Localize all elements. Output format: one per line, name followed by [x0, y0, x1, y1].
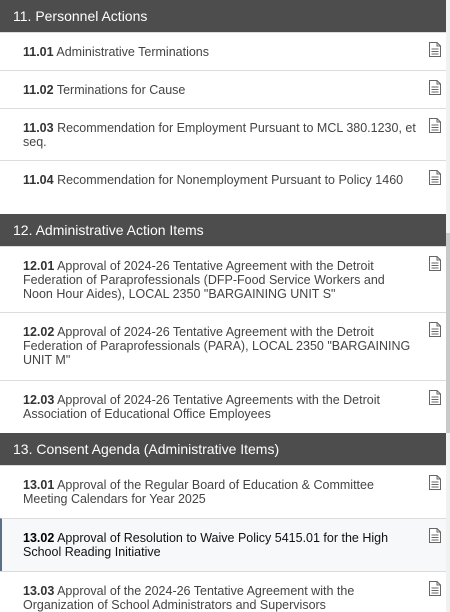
section-header-11[interactable]: 11. Personnel Actions [0, 0, 446, 32]
item-title: Recommendation for Nonemployment Pursuan… [57, 173, 404, 187]
item-title: Administrative Terminations [56, 45, 209, 59]
section-title: 13. Consent Agenda (Administrative Items… [13, 441, 280, 457]
item-number: 11.04 [23, 173, 54, 187]
agenda-item-12-02[interactable]: 12.02 Approval of 2024-26 Tentative Agre… [0, 312, 446, 380]
agenda-item-12-03[interactable]: 12.03 Approval of 2024-26 Tentative Agre… [0, 380, 446, 433]
scrollbar-thumb[interactable] [446, 233, 450, 433]
agenda-item-text: 11.02 Terminations for Cause [23, 83, 418, 97]
agenda-item-text: 12.02 Approval of 2024-26 Tentative Agre… [23, 325, 418, 367]
agenda-item-13-03[interactable]: 13.03 Approval of the 2024-26 Tentative … [0, 571, 446, 612]
agenda-item-text: 13.01 Approval of the Regular Board of E… [23, 478, 418, 506]
agenda-item-text: 13.03 Approval of the 2024-26 Tentative … [23, 584, 418, 612]
item-title: Terminations for Cause [56, 83, 186, 97]
item-title: Approval of 2024-26 Tentative Agreement … [23, 259, 385, 301]
agenda-item-text: 13.02 Approval of Resolution to Waive Po… [23, 531, 418, 559]
item-title: Recommendation for Employment Pursuant t… [23, 121, 416, 149]
agenda-item-11-03[interactable]: 11.03 Recommendation for Employment Purs… [0, 108, 446, 160]
section-title: 11. Personnel Actions [13, 8, 148, 24]
section-header-13[interactable]: 13. Consent Agenda (Administrative Items… [0, 433, 446, 465]
item-number: 12.03 [23, 393, 55, 407]
agenda-item-13-02[interactable]: 13.02 Approval of Resolution to Waive Po… [0, 518, 446, 571]
document-icon[interactable] [429, 256, 441, 271]
item-number: 11.02 [23, 83, 54, 97]
agenda-item-13-01[interactable]: 13.01 Approval of the Regular Board of E… [0, 465, 446, 518]
agenda-item-11-02[interactable]: 11.02 Terminations for Cause [0, 70, 446, 108]
document-icon[interactable] [429, 170, 441, 185]
agenda-item-12-01[interactable]: 12.01 Approval of 2024-26 Tentative Agre… [0, 246, 446, 312]
document-icon[interactable] [429, 581, 441, 596]
item-number: 13.02 [23, 531, 55, 545]
item-number: 13.03 [23, 584, 55, 598]
document-icon[interactable] [429, 42, 441, 57]
agenda-item-text: 12.01 Approval of 2024-26 Tentative Agre… [23, 259, 418, 301]
agenda-item-text: 12.03 Approval of 2024-26 Tentative Agre… [23, 393, 418, 421]
item-title: Approval of the Regular Board of Educati… [23, 478, 374, 506]
agenda-item-text: 11.01 Administrative Terminations [23, 45, 418, 59]
document-icon[interactable] [429, 528, 441, 543]
document-icon[interactable] [429, 118, 441, 133]
item-number: 12.02 [23, 325, 55, 339]
agenda-item-11-04[interactable]: 11.04 Recommendation for Nonemployment P… [0, 160, 446, 213]
section-title: 12. Administrative Action Items [13, 222, 204, 238]
agenda-item-text: 11.04 Recommendation for Nonemployment P… [23, 173, 418, 187]
item-title: Approval of 2024-26 Tentative Agreement … [23, 325, 411, 367]
document-icon[interactable] [429, 390, 441, 405]
item-title: Approval of the 2024-26 Tentative Agreem… [23, 584, 355, 612]
item-title: Approval of 2024-26 Tentative Agreements… [23, 393, 380, 421]
agenda-item-11-01[interactable]: 11.01 Administrative Terminations [0, 32, 446, 70]
agenda-item-text: 11.03 Recommendation for Employment Purs… [23, 121, 418, 149]
document-icon[interactable] [429, 80, 441, 95]
item-number: 11.01 [23, 45, 54, 59]
item-number: 12.01 [23, 259, 55, 273]
scrollbar[interactable] [446, 0, 450, 612]
item-number: 11.03 [23, 121, 54, 135]
document-icon[interactable] [429, 322, 441, 337]
document-icon[interactable] [429, 475, 441, 490]
item-number: 13.01 [23, 478, 55, 492]
section-header-12[interactable]: 12. Administrative Action Items [0, 214, 446, 246]
item-title: Approval of Resolution to Waive Policy 5… [23, 531, 389, 559]
